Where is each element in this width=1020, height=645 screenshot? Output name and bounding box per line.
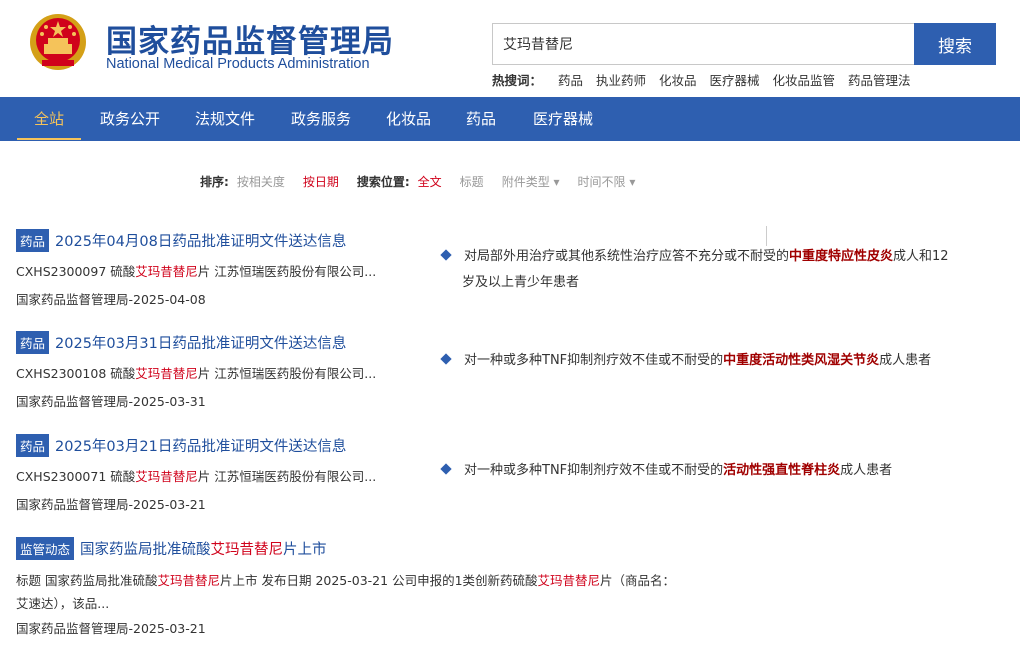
- diamond-bullet-icon: [440, 352, 452, 365]
- position-full-text[interactable]: 全文: [418, 173, 442, 190]
- category-tag[interactable]: 监管动态: [16, 537, 75, 560]
- indication-item: 对一种或多种TNF抑制剂疗效不佳或不耐受的中重度活动性类风湿关节炎成人患者: [440, 348, 992, 374]
- nav-item-regulations[interactable]: 法规文件: [195, 97, 255, 141]
- indication-item: 对一种或多种TNF抑制剂疗效不佳或不耐受的活动性强直性脊柱炎成人患者: [440, 458, 992, 484]
- indication-text: 对一种或多种TNF抑制剂疗效不佳或不耐受的: [464, 353, 724, 368]
- position-label: 搜索位置:: [356, 175, 410, 189]
- snippet-text: 标题 国家药监局批准硫酸: [16, 573, 158, 588]
- snippet-highlight: 艾玛昔替尼: [157, 573, 220, 588]
- result-source: 国家药品监督管理局-2025-03-21: [16, 621, 206, 636]
- result-source: 国家药品监督管理局-2025-03-21: [16, 497, 206, 512]
- snippet-text: 片 江苏恒瑞医药股份有限公司...: [197, 366, 377, 381]
- indication-continuation: 岁及以上青少年患者: [462, 275, 580, 290]
- nav-item-cosmetics[interactable]: 化妆品: [386, 97, 431, 141]
- snippet-text: 片上市 发布日期 2025-03-21 公司申报的1类创新药硫酸: [220, 573, 538, 588]
- snippet-text: 片 江苏恒瑞医药股份有限公司...: [197, 264, 377, 279]
- national-emblem-icon[interactable]: [28, 12, 88, 72]
- category-tag[interactable]: 药品: [16, 434, 50, 457]
- search-input[interactable]: [492, 23, 914, 65]
- title-text: 国家药监局批准硫酸: [80, 542, 211, 558]
- result-title-link[interactable]: 2025年03月31日药品批准证明文件送达信息: [55, 336, 346, 352]
- filter-bar: 排序: 按相关度 按日期 搜索位置: 全文 标题 附件类型 ▾ 时间不限 ▾: [200, 173, 653, 190]
- hot-words: 热搜词： 药品 执业药师 化妆品 医疗器械 化妆品监管 药品管理法: [492, 70, 920, 89]
- snippet-text: CXHS2300108 硫酸: [16, 366, 136, 381]
- indication-item: 对局部外用治疗或其他系统性治疗应答不充分或不耐受的中重度特应性皮炎成人和12 岁…: [440, 244, 992, 296]
- site-header: 国家药品监督管理局 National Medical Products Admi…: [0, 0, 1020, 97]
- result-snippet: 标题 国家药监局批准硫酸艾玛昔替尼片上市 发布日期 2025-03-21 公司申…: [16, 569, 696, 615]
- sort-label: 排序:: [200, 175, 229, 189]
- indication-text: 成人和12: [893, 249, 949, 264]
- snippet-text: CXHS2300071 硫酸: [16, 469, 136, 484]
- result-snippet: CXHS2300108 硫酸艾玛昔替尼片 江苏恒瑞医药股份有限公司...: [16, 363, 436, 382]
- snippet-text: 片 江苏恒瑞医药股份有限公司...: [197, 469, 377, 484]
- indication-highlight: 活动性强直性脊柱炎: [723, 463, 841, 478]
- category-tag[interactable]: 药品: [16, 229, 50, 252]
- hot-word-link[interactable]: 医疗器械: [710, 73, 760, 88]
- snippet-highlight: 艾玛昔替尼: [135, 469, 198, 484]
- nav-active-indicator: [17, 138, 81, 140]
- snippet-highlight: 艾玛昔替尼: [135, 264, 198, 279]
- hot-word-link[interactable]: 化妆品: [659, 73, 697, 88]
- time-range-dropdown[interactable]: 时间不限 ▾: [578, 173, 636, 190]
- nav-item-all[interactable]: 全站: [34, 97, 64, 141]
- snippet-text: 片（商品名：: [600, 573, 676, 588]
- nav-item-devices[interactable]: 医疗器械: [533, 97, 593, 141]
- result-title-link[interactable]: 国家药监局批准硫酸艾玛昔替尼片上市: [80, 542, 327, 558]
- indication-text: 成人患者: [840, 463, 893, 478]
- hot-word-link[interactable]: 执业药师: [596, 73, 646, 88]
- nav-item-services[interactable]: 政务服务: [291, 97, 351, 141]
- title-text: 片上市: [283, 542, 327, 558]
- result-source: 国家药品监督管理局-2025-03-31: [16, 394, 206, 409]
- hot-words-label: 热搜词：: [492, 73, 543, 88]
- sort-date[interactable]: 按日期: [303, 173, 339, 190]
- search-result: 药品 2025年03月31日药品批准证明文件送达信息 CXHS2300108 硫酸…: [16, 331, 436, 410]
- main-nav: 全站 政务公开 法规文件 政务服务 化妆品 药品 医疗器械: [0, 97, 1020, 141]
- result-title-link[interactable]: 2025年03月21日药品批准证明文件送达信息: [55, 439, 346, 455]
- snippet-text: CXHS2300097 硫酸: [16, 264, 136, 279]
- divider: [766, 226, 767, 246]
- result-title-link[interactable]: 2025年04月08日药品批准证明文件送达信息: [55, 234, 346, 250]
- nav-item-government-affairs[interactable]: 政务公开: [100, 97, 160, 141]
- indication-highlight: 中重度活动性类风湿关节炎: [723, 353, 880, 368]
- search-button[interactable]: 搜索: [914, 23, 996, 65]
- diamond-bullet-icon: [440, 462, 452, 475]
- snippet-highlight: 艾玛昔替尼: [135, 366, 198, 381]
- result-snippet: CXHS2300071 硫酸艾玛昔替尼片 江苏恒瑞医药股份有限公司...: [16, 466, 436, 485]
- attachment-type-dropdown[interactable]: 附件类型 ▾: [502, 173, 560, 190]
- result-source: 国家药品监督管理局-2025-04-08: [16, 292, 206, 307]
- snippet-highlight: 艾玛昔替尼: [537, 573, 601, 588]
- indication-text: 对局部外用治疗或其他系统性治疗应答不充分或不耐受的: [464, 249, 790, 264]
- site-title-cn[interactable]: 国家药品监督管理局: [106, 16, 394, 61]
- site-title-en[interactable]: National Medical Products Administration: [106, 56, 370, 72]
- diamond-bullet-icon: [440, 248, 452, 261]
- hot-word-link[interactable]: 药品管理法: [848, 73, 911, 88]
- search-result: 药品 2025年04月08日药品批准证明文件送达信息 CXHS2300097 硫酸…: [16, 229, 436, 308]
- title-highlight: 艾玛昔替尼: [210, 542, 284, 558]
- nav-item-drugs[interactable]: 药品: [466, 97, 496, 141]
- result-snippet: CXHS2300097 硫酸艾玛昔替尼片 江苏恒瑞医药股份有限公司...: [16, 261, 436, 280]
- indication-highlight: 中重度特应性皮炎: [789, 249, 894, 264]
- sort-relevance[interactable]: 按相关度: [237, 173, 285, 190]
- indication-text: 成人患者: [879, 353, 932, 368]
- snippet-text: 艾速达），该品...: [16, 596, 110, 611]
- hot-word-link[interactable]: 药品: [558, 73, 583, 88]
- position-title[interactable]: 标题: [460, 173, 484, 190]
- search-result: 药品 2025年03月21日药品批准证明文件送达信息 CXHS2300071 硫酸…: [16, 434, 436, 513]
- search-result-news: 监管动态 国家药监局批准硫酸艾玛昔替尼片上市 标题 国家药监局批准硫酸艾玛昔替尼片…: [16, 537, 716, 637]
- indication-text: 对一种或多种TNF抑制剂疗效不佳或不耐受的: [464, 463, 724, 478]
- hot-word-link[interactable]: 化妆品监管: [773, 73, 836, 88]
- category-tag[interactable]: 药品: [16, 331, 50, 354]
